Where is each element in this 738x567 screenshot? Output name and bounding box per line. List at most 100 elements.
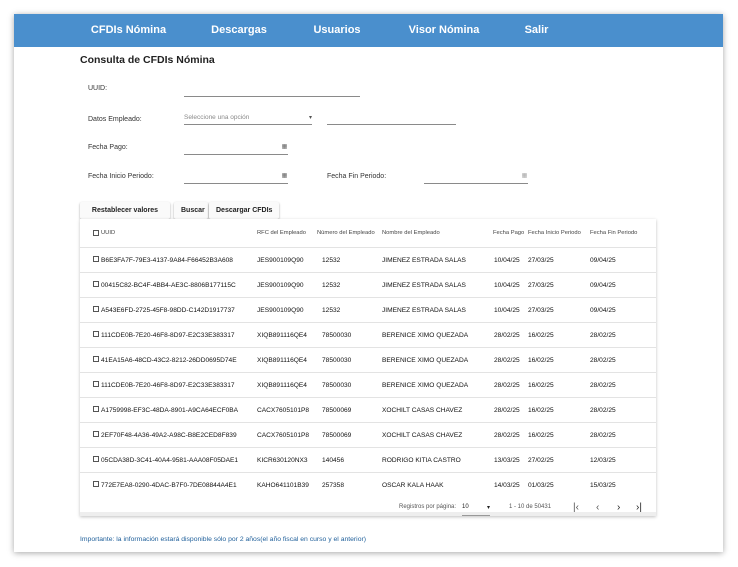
row-checkbox[interactable] — [93, 331, 99, 337]
cell-fecha-fin: 09/04/25 — [590, 257, 616, 264]
row-checkbox[interactable] — [93, 306, 99, 312]
cell-rfc: JES900109Q90 — [257, 307, 304, 314]
cell-fecha-fin: 28/02/25 — [590, 382, 616, 389]
cell-fecha-pago: 14/03/25 — [494, 482, 520, 489]
cell-fecha-pago: 10/04/25 — [494, 257, 520, 264]
cell-numero: 257358 — [322, 482, 345, 489]
cell-fecha-inicio: 01/03/25 — [528, 482, 554, 489]
fecha-inicio-label: Fecha Inicio Periodo: — [88, 173, 154, 180]
table-row[interactable]: 772E7EA8-0290-4DAC-B7F0-7DE08844A4E1 KAHO… — [80, 472, 656, 497]
cell-rfc: KICR630120NX3 — [257, 457, 308, 464]
row-checkbox[interactable] — [93, 256, 99, 262]
cell-numero: 12532 — [322, 307, 341, 314]
row-checkbox[interactable] — [93, 381, 99, 387]
table-row[interactable]: 111CDE0B-7E20-46F8-8D97-E2C33E383317 XIQB… — [80, 322, 656, 347]
row-checkbox[interactable] — [93, 406, 99, 412]
cell-uuid: 41EA15A6-48CD-43C2-8212-26DD0695D74E — [101, 357, 237, 364]
header-numero[interactable]: Número del Empleado — [317, 219, 375, 247]
cell-fecha-inicio: 27/02/25 — [528, 457, 554, 464]
cell-fecha-pago: 10/04/25 — [494, 282, 520, 289]
uuid-input[interactable] — [184, 85, 360, 97]
row-checkbox[interactable] — [93, 281, 99, 287]
cell-numero: 140456 — [322, 457, 345, 464]
header-uuid[interactable]: UUID — [101, 219, 115, 247]
header-fecha-pago[interactable]: Fecha Pago — [493, 219, 524, 247]
cell-numero: 78500030 — [322, 357, 352, 364]
calendar-icon[interactable]: ▦ — [281, 173, 288, 180]
fecha-pago-input[interactable]: ▦ — [184, 143, 288, 155]
cell-fecha-fin: 09/04/25 — [590, 307, 616, 314]
nav-descargas[interactable]: Descargas — [194, 14, 284, 47]
fecha-fin-label: Fecha Fin Periodo: — [327, 173, 387, 180]
table-row[interactable]: A543E6FD-2725-45F8-98DD-C142D1917737 JES9… — [80, 297, 656, 322]
cell-numero: 78500069 — [322, 407, 352, 414]
cell-uuid: A1759998-EF3C-48DA-8901-A9CA64ECF0BA — [101, 407, 239, 414]
cell-fecha-pago: 28/02/25 — [494, 432, 520, 439]
row-checkbox[interactable] — [93, 431, 99, 437]
table-row[interactable]: 2EF70F48-4A36-49A2-A98C-B8E2CED8F839 CACX… — [80, 422, 656, 447]
fecha-fin-input[interactable]: ▦ — [424, 172, 528, 184]
cell-rfc: XIQB891116QE4 — [257, 382, 307, 389]
table-row[interactable]: 41EA15A6-48CD-43C2-8212-26DD0695D74E XIQB… — [80, 347, 656, 372]
cell-uuid: 111CDE0B-7E20-46F8-8D97-E2C33E383317 — [101, 382, 235, 389]
header-rfc[interactable]: RFC del Empleado — [257, 219, 306, 247]
empleado-value-input[interactable] — [327, 113, 456, 125]
last-page-icon[interactable]: ›| — [636, 502, 642, 513]
header-fecha-fin[interactable]: Fecha Fin Periodo — [590, 219, 637, 247]
fecha-inicio-input[interactable]: ▦ — [184, 172, 288, 184]
nav-visor-nomina[interactable]: Visor Nómina — [389, 14, 499, 47]
cell-numero: 78500030 — [322, 332, 352, 339]
table-row[interactable]: 00415C82-BC4F-4BB4-AE3C-8806B177115C JES9… — [80, 272, 656, 297]
header-nombre[interactable]: Nombre del Empleado — [382, 219, 440, 247]
cell-fecha-inicio: 27/03/25 — [528, 282, 554, 289]
cell-nombre: XOCHILT CASAS CHAVEZ — [382, 407, 463, 414]
search-button[interactable]: Buscar — [174, 202, 208, 219]
cell-nombre: BERENICE XIMO QUEZADA — [382, 382, 469, 389]
table-row[interactable]: B6E3FA7F-79E3-4137-9A84-F66452B3A608 JES9… — [80, 247, 656, 272]
cell-uuid: 05CDA38D-3C41-40A4-9581-AAA08F05DAE1 — [101, 457, 239, 464]
table-row[interactable]: 111CDE0B-7E20-46F8-8D97-E2C33E383317 XIQB… — [80, 372, 656, 397]
cell-fecha-fin: 28/02/25 — [590, 407, 616, 414]
cell-fecha-pago: 28/02/25 — [494, 332, 520, 339]
nav-salir[interactable]: Salir — [509, 14, 564, 47]
row-checkbox[interactable] — [93, 456, 99, 462]
header-fecha-inicio[interactable]: Fecha Inicio Periodo — [528, 219, 581, 247]
footnote: Importante: la información estará dispon… — [80, 536, 366, 543]
prev-page-icon[interactable]: ‹ — [596, 502, 599, 513]
cell-rfc: JES900109Q90 — [257, 257, 304, 264]
app-window: CFDIs Nómina Descargas Usuarios Visor Nó… — [14, 14, 723, 552]
chevron-down-icon: ▾ — [486, 505, 490, 511]
next-page-icon[interactable]: › — [617, 502, 620, 513]
first-page-icon[interactable]: |‹ — [573, 502, 579, 513]
cell-uuid: A543E6FD-2725-45F8-98DD-C142D1917737 — [101, 307, 235, 314]
calendar-icon[interactable]: ▦ — [281, 144, 288, 151]
empleado-select-placeholder: Seleccione una opción — [184, 114, 250, 121]
rows-per-page-select[interactable]: 10 ▾ — [462, 504, 490, 516]
calendar-icon[interactable]: ▦ — [521, 173, 528, 180]
cell-uuid: 2EF70F48-4A36-49A2-A98C-B8E2CED8F839 — [101, 432, 237, 439]
cell-numero: 12532 — [322, 257, 341, 264]
nav-usuarios[interactable]: Usuarios — [297, 14, 377, 47]
cell-fecha-pago: 28/02/25 — [494, 357, 520, 364]
empleado-select[interactable]: Seleccione una opción ▾ — [184, 113, 312, 125]
row-checkbox[interactable] — [93, 356, 99, 362]
cell-fecha-pago: 10/04/25 — [494, 307, 520, 314]
table-row[interactable]: 05CDA38D-3C41-40A4-9581-AAA08F05DAE1 KICR… — [80, 447, 656, 472]
download-button[interactable]: Descargar CFDIs — [209, 202, 279, 219]
row-checkbox[interactable] — [93, 481, 99, 487]
cell-nombre: RODRIGO KITIA CASTRO — [382, 457, 461, 464]
fecha-pago-label: Fecha Pago: — [88, 144, 128, 151]
cell-fecha-fin: 28/02/25 — [590, 332, 616, 339]
cell-rfc: JES900109Q90 — [257, 282, 304, 289]
cell-rfc: KAHO641101B39 — [257, 482, 309, 489]
cell-numero: 78500030 — [322, 382, 352, 389]
horizontal-scrollbar[interactable] — [80, 512, 656, 516]
table-row[interactable]: A1759998-EF3C-48DA-8901-A9CA64ECF0BA CACX… — [80, 397, 656, 422]
select-all-checkbox[interactable] — [93, 230, 99, 236]
range-text: 1 - 10 de 50431 — [509, 504, 552, 510]
cell-uuid: 772E7EA8-0290-4DAC-B7F0-7DE08844A4E1 — [101, 482, 237, 489]
reset-button[interactable]: Restablecer valores — [80, 202, 170, 219]
cell-fecha-fin: 15/03/25 — [590, 482, 616, 489]
uuid-label: UUID: — [88, 85, 108, 92]
nav-cfdis-nomina[interactable]: CFDIs Nómina — [76, 14, 181, 47]
